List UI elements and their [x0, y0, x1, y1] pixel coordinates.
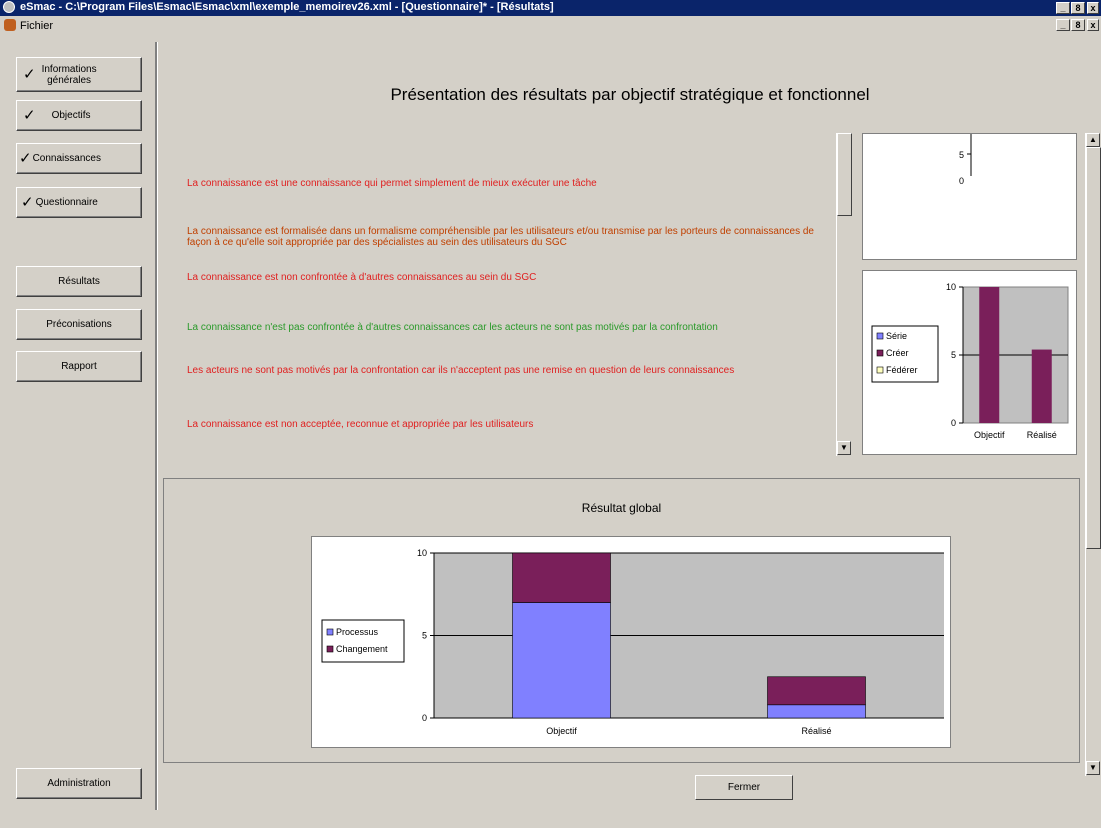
nav-objectifs[interactable]: ✓ Objectifs — [16, 100, 142, 131]
y-tick-label: 5 — [951, 350, 956, 360]
x-tick-label: Réalisé — [1027, 430, 1057, 440]
partial-chart: 5 0 — [862, 133, 1077, 260]
minimize-button[interactable]: _ — [1056, 2, 1070, 14]
y-tick-label: 10 — [417, 548, 427, 558]
nav-separator — [155, 42, 158, 810]
legend-label: Créer — [886, 348, 909, 358]
list-item-partial — [187, 135, 827, 146]
nav-rapport[interactable]: Rapport — [16, 351, 142, 382]
title-bar: eSmac - C:\Program Files\Esmac\Esmac\xml… — [0, 0, 1101, 16]
nav-informations-label: Informations générales — [41, 63, 97, 86]
x-tick-label: Réalisé — [801, 726, 831, 736]
global-result-chart-svg: 0 5 10 Objectif Réalisé Processus Changement — [321, 548, 944, 736]
x-tick-label: Objectif — [546, 726, 577, 736]
app-menu-icon[interactable] — [4, 19, 16, 31]
check-icon: ✓ — [19, 150, 32, 167]
partial-tick-label-5: 5 — [959, 150, 964, 160]
nav-rapport-label: Rapport — [61, 361, 97, 372]
scroll-thumb[interactable] — [837, 133, 852, 216]
nav-administration[interactable]: Administration — [16, 768, 142, 799]
nav-administration-label: Administration — [47, 778, 111, 789]
objective-chart: 0 5 10 Objectif Réalisé Série Créer Fédérer — [862, 270, 1077, 455]
nav-questionnaire-label: Questionnaire — [35, 197, 98, 208]
bar-segment — [767, 704, 866, 719]
check-icon: ✓ — [23, 66, 36, 83]
list-item: La connaissance n'est pas confrontée à d… — [187, 322, 718, 333]
x-tick-label: Objectif — [974, 430, 1005, 440]
main-scrollbar[interactable]: ▲ ▼ — [1085, 133, 1101, 776]
partial-tick-label-0: 0 — [959, 176, 964, 186]
nav-informations-generales[interactable]: ✓ Informations générales — [16, 57, 142, 92]
objective-chart-svg: 0 5 10 Objectif Réalisé Série Créer Fédérer — [871, 282, 1069, 440]
list-item: La connaissance est formalisée dans un f… — [187, 226, 814, 248]
close-button[interactable]: x — [1087, 2, 1099, 14]
bar — [1031, 349, 1052, 423]
bar-segment — [512, 552, 611, 603]
legend-swatch — [326, 645, 334, 653]
menu-fichier[interactable]: Fichier — [20, 20, 53, 32]
legend-swatch — [326, 628, 334, 636]
list-item: La connaissance est une connaissance qui… — [187, 178, 597, 189]
legend-label: Fédérer — [886, 365, 918, 375]
nav-resultats[interactable]: Résultats — [16, 266, 142, 297]
window-title: eSmac - C:\Program Files\Esmac\Esmac\xml… — [20, 1, 554, 13]
legend-swatch — [876, 366, 884, 374]
check-icon: ✓ — [23, 107, 36, 124]
y-tick-label: 0 — [422, 713, 427, 723]
main-scroll-down-button[interactable]: ▼ — [1086, 761, 1100, 775]
nav-questionnaire[interactable]: ✓ Questionnaire — [16, 187, 142, 218]
legend-label: Changement — [336, 644, 388, 654]
y-tick-label: 5 — [422, 631, 427, 641]
y-tick-label: 0 — [951, 418, 956, 428]
legend-swatch — [876, 349, 884, 357]
scroll-down-button[interactable]: ▼ — [837, 441, 851, 455]
global-result-panel: Résultat global 0 5 10 Objectif Réalisé Proce… — [163, 478, 1080, 763]
list-item: Les acteurs ne sont pas motivés par la c… — [187, 365, 735, 376]
nav-connaissances[interactable]: ✓ Connaissances — [16, 143, 142, 174]
nav-connaissances-label: Connaissances — [32, 153, 101, 164]
app-icon — [3, 1, 15, 13]
nav-objectifs-label: Objectifs — [51, 110, 91, 121]
nav-resultats-label: Résultats — [58, 276, 100, 287]
menu-bar: Fichier _ 8 x — [0, 16, 1101, 42]
bar-segment — [512, 602, 611, 719]
partial-chart-svg: 5 0 — [959, 134, 972, 186]
results-scrollbar[interactable]: ▼ — [836, 133, 852, 456]
close-results-button[interactable]: Fermer — [695, 775, 793, 800]
legend-swatch — [876, 332, 884, 340]
nav-preconisations-label: Préconisations — [46, 319, 112, 330]
list-item: La connaissance est non acceptée, reconn… — [187, 419, 534, 430]
bar-segment — [767, 676, 866, 706]
y-tick-label: 10 — [946, 282, 956, 292]
global-result-title: Résultat global — [581, 501, 662, 515]
legend-label: Série — [886, 331, 907, 341]
main-scroll-thumb[interactable] — [1086, 147, 1101, 549]
page-title: Présentation des résultats par objectif … — [390, 85, 870, 104]
list-item: La connaissance est non confrontée à d'a… — [187, 272, 537, 283]
child-minimize-button[interactable]: _ — [1056, 19, 1070, 31]
legend-label: Processus — [336, 627, 379, 637]
main-scroll-up-button[interactable]: ▲ — [1086, 133, 1100, 147]
child-restore-button[interactable]: 8 — [1071, 19, 1085, 31]
restore-button[interactable]: 8 — [1071, 2, 1085, 14]
nav-preconisations[interactable]: Préconisations — [16, 309, 142, 340]
bar — [979, 287, 1000, 423]
child-close-button[interactable]: x — [1087, 19, 1099, 31]
global-result-chart: 0 5 10 Objectif Réalisé Processus Changement — [311, 536, 951, 748]
check-icon: ✓ — [21, 194, 34, 211]
results-text-panel: La connaissance est une connaissance qui… — [163, 133, 853, 456]
